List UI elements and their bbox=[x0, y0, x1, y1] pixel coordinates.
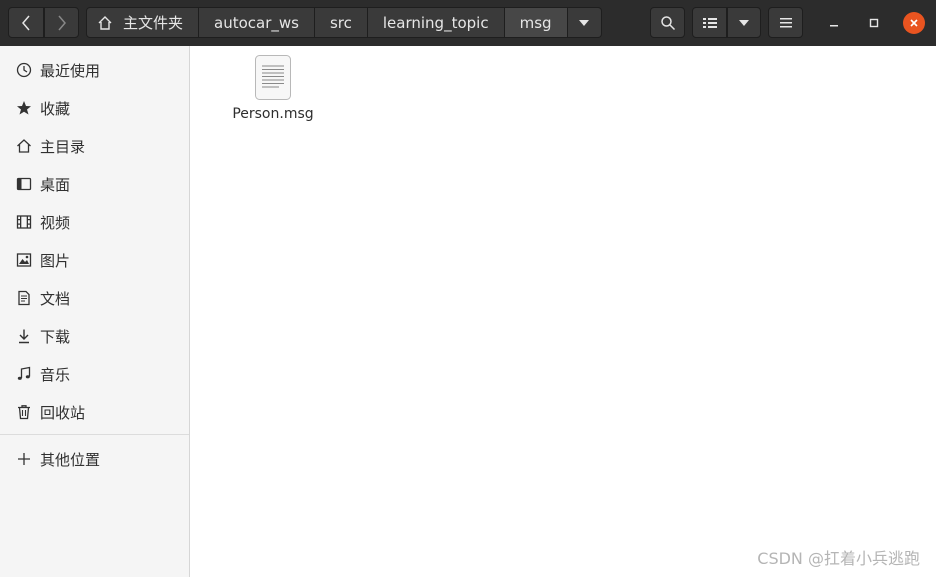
close-icon bbox=[910, 19, 918, 27]
file-manager-window: 主文件夹 autocar_ws src learning_topic msg 最… bbox=[0, 0, 936, 577]
list-icon bbox=[702, 17, 717, 28]
breadcrumb: 主文件夹 autocar_ws src learning_topic msg bbox=[86, 7, 602, 38]
clock-icon bbox=[16, 62, 32, 78]
chevron-right-icon bbox=[57, 15, 66, 30]
sidebar-item-recent[interactable]: 最近使用 bbox=[0, 51, 189, 89]
maximize-button[interactable] bbox=[863, 12, 885, 34]
list-view-button[interactable] bbox=[692, 7, 727, 38]
breadcrumb-home[interactable]: 主文件夹 bbox=[86, 7, 200, 38]
sidebar-item-label: 桌面 bbox=[40, 175, 71, 194]
home-icon bbox=[98, 15, 112, 30]
sidebar-item-label: 视频 bbox=[40, 213, 71, 232]
watermark: CSDN @扛着小兵逃跑 bbox=[757, 549, 920, 568]
sidebar-item-label: 文档 bbox=[40, 289, 71, 308]
sidebar-item-label: 下载 bbox=[40, 327, 71, 346]
trash-icon bbox=[16, 404, 32, 420]
view-options-button[interactable] bbox=[727, 7, 761, 38]
file-view: Person.msg CSDN @扛着小兵逃跑 bbox=[191, 46, 936, 577]
film-icon bbox=[16, 214, 32, 230]
plus-icon bbox=[16, 451, 32, 467]
sidebar-item-label: 其他位置 bbox=[40, 450, 101, 469]
star-icon bbox=[16, 100, 32, 116]
sidebar-item-other-locations[interactable]: 其他位置 bbox=[0, 440, 189, 478]
file-name: Person.msg bbox=[232, 106, 314, 122]
breadcrumb-item[interactable]: learning_topic bbox=[367, 7, 505, 38]
sidebar-item-label: 图片 bbox=[40, 251, 71, 270]
breadcrumb-item[interactable]: src bbox=[314, 7, 368, 38]
download-icon bbox=[16, 328, 32, 344]
search-icon bbox=[660, 15, 675, 30]
document-icon bbox=[16, 290, 32, 306]
text-file-icon bbox=[255, 55, 291, 100]
sidebar: 最近使用 收藏 主目录 桌面 视频 图片 文档 下载 音乐 回收站 其他位置 bbox=[0, 46, 190, 577]
minimize-icon bbox=[830, 25, 838, 27]
header-bar: 主文件夹 autocar_ws src learning_topic msg bbox=[0, 0, 936, 46]
breadcrumb-item[interactable]: autocar_ws bbox=[199, 7, 315, 38]
breadcrumb-label: 主文件夹 bbox=[123, 14, 184, 32]
sidebar-item-downloads[interactable]: 下载 bbox=[0, 317, 189, 355]
sidebar-item-label: 回收站 bbox=[40, 403, 86, 422]
sidebar-item-music[interactable]: 音乐 bbox=[0, 355, 189, 393]
search-button[interactable] bbox=[650, 7, 685, 38]
desktop-icon bbox=[16, 176, 32, 192]
sidebar-item-starred[interactable]: 收藏 bbox=[0, 89, 189, 127]
file-item[interactable]: Person.msg bbox=[221, 54, 325, 122]
sidebar-item-home[interactable]: 主目录 bbox=[0, 127, 189, 165]
forward-button[interactable] bbox=[44, 7, 79, 38]
sidebar-item-pictures[interactable]: 图片 bbox=[0, 241, 189, 279]
sidebar-item-videos[interactable]: 视频 bbox=[0, 203, 189, 241]
sidebar-item-documents[interactable]: 文档 bbox=[0, 279, 189, 317]
music-icon bbox=[16, 366, 32, 382]
hamburger-icon bbox=[779, 17, 792, 27]
breadcrumb-current[interactable]: msg bbox=[504, 7, 568, 38]
caret-down-icon bbox=[739, 19, 749, 26]
sidebar-item-label: 最近使用 bbox=[40, 61, 101, 80]
breadcrumb-label: autocar_ws bbox=[214, 13, 299, 32]
sidebar-item-trash[interactable]: 回收站 bbox=[0, 393, 189, 431]
menu-button[interactable] bbox=[768, 7, 803, 38]
breadcrumb-label: src bbox=[329, 13, 352, 32]
chevron-left-icon bbox=[22, 15, 30, 30]
sidebar-item-label: 收藏 bbox=[40, 99, 71, 118]
breadcrumb-label: msg bbox=[519, 13, 552, 32]
home-icon bbox=[16, 138, 32, 154]
breadcrumb-label: learning_topic bbox=[382, 13, 489, 32]
sidebar-item-label: 音乐 bbox=[40, 365, 71, 384]
path-menu-button[interactable] bbox=[567, 7, 602, 38]
sidebar-divider bbox=[0, 434, 189, 435]
minimize-button[interactable] bbox=[823, 12, 845, 34]
image-icon bbox=[16, 252, 32, 268]
back-button[interactable] bbox=[8, 7, 44, 38]
sidebar-item-label: 主目录 bbox=[40, 137, 86, 156]
caret-down-icon bbox=[579, 19, 590, 26]
close-button[interactable] bbox=[903, 12, 925, 34]
sidebar-item-desktop[interactable]: 桌面 bbox=[0, 165, 189, 203]
maximize-icon bbox=[869, 18, 879, 28]
